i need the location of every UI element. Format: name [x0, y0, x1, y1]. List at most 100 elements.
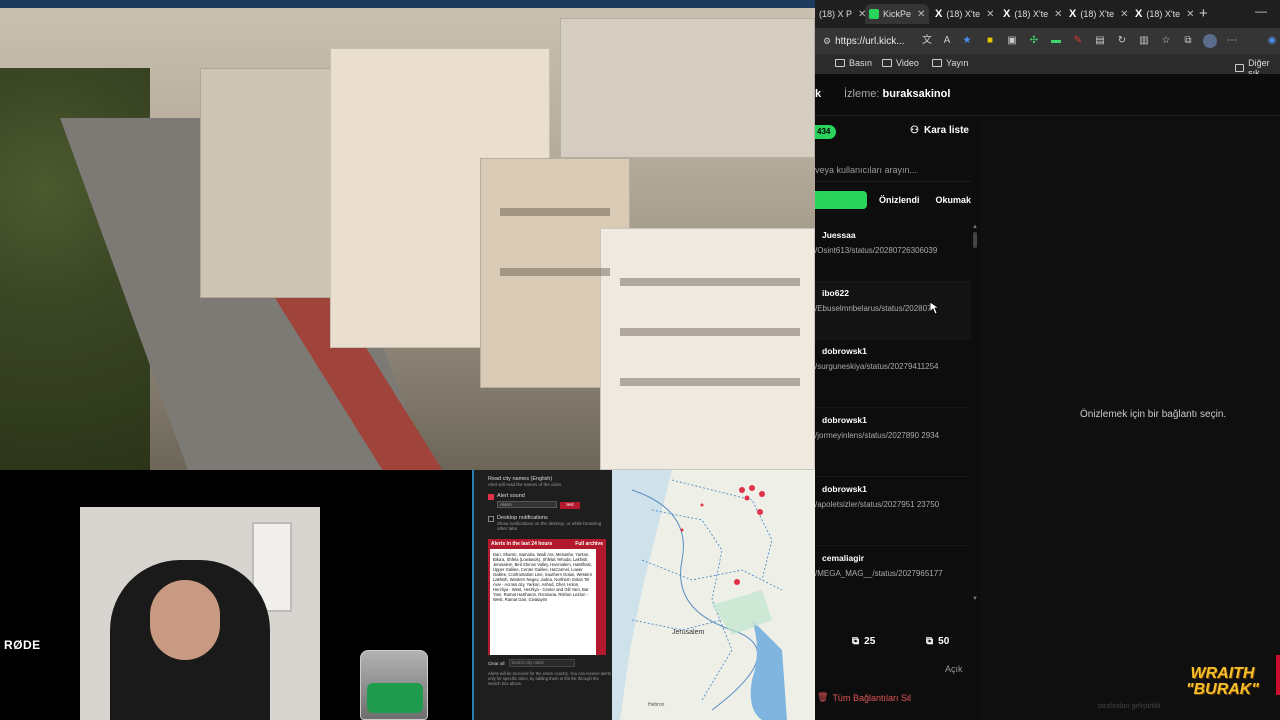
- link-username: cemaliagir: [822, 553, 865, 563]
- filter-previewed[interactable]: Önizlendi: [875, 191, 924, 209]
- favorites-icon[interactable]: ☆: [1159, 34, 1173, 48]
- alert-map[interactable]: Jerusalem Hebron: [612, 470, 815, 720]
- extension-icon[interactable]: ■: [983, 34, 997, 48]
- extension-icon[interactable]: ✣: [1027, 34, 1041, 48]
- link-list-scrollbar[interactable]: ▲ ▼: [971, 224, 979, 604]
- streamer-logo: WRAITH "BURAK": [1186, 666, 1259, 698]
- close-icon[interactable]: ✕: [1054, 9, 1062, 20]
- split-screen-icon[interactable]: ▥: [1137, 34, 1151, 48]
- test-sound-button[interactable]: test: [560, 502, 580, 509]
- site-info-icon[interactable]: ⚙: [823, 36, 831, 47]
- kick-logo-icon: [869, 9, 879, 19]
- tab-label: (18) X'te: [1014, 9, 1049, 19]
- map-city-jerusalem: Jerusalem: [672, 629, 704, 636]
- list-item[interactable]: Juessaa /Osint613/status/2028072630603‌9: [815, 224, 971, 282]
- close-icon[interactable]: ✕: [986, 9, 994, 20]
- list-item[interactable]: cemaliagir /MEGA_MAG__/status/2027965177: [815, 547, 971, 604]
- map-alert-marker: [749, 485, 755, 491]
- list-item[interactable]: dobrowsk1 /surguneskiya/status/202794112…: [815, 340, 971, 408]
- full-archive-link[interactable]: Full archive: [575, 541, 603, 547]
- minimize-button[interactable]: —: [1255, 4, 1267, 18]
- mouse-cursor-icon: [930, 302, 939, 314]
- extension-icon[interactable]: ▣: [1005, 34, 1019, 48]
- map-alert-marker: [739, 487, 745, 493]
- tab-x-1[interactable]: (18) X P ✕: [815, 4, 870, 24]
- read-aloud-icon[interactable]: A: [940, 34, 954, 48]
- collections-icon[interactable]: ⧉: [1181, 34, 1195, 48]
- trash-icon: 🗑: [817, 692, 829, 702]
- list-item[interactable]: ibo622 /Ebuselmnbelarus/status/2028074: [815, 282, 971, 340]
- copilot-icon[interactable]: ◉: [1265, 34, 1279, 48]
- link-username: dobrowsk1: [822, 484, 867, 494]
- list-item[interactable]: dobrowsk1 /jormeyinlens/status/2027890 2…: [815, 409, 971, 477]
- option-read-names[interactable]: Read city names (English) Alert will rea…: [488, 476, 612, 487]
- x-logo-icon: X: [1003, 8, 1011, 20]
- scrollbar-thumb[interactable]: [973, 232, 977, 248]
- tab-x-3[interactable]: X (18) X'te ✕: [999, 4, 1066, 24]
- sound-select[interactable]: Alarm: [497, 501, 557, 508]
- city-search-input[interactable]: Search city name: [508, 659, 575, 667]
- filter-read[interactable]: Okumak: [932, 191, 976, 209]
- extension-icon[interactable]: ✎: [1071, 34, 1085, 48]
- option-desktop-sub: Show notifications on the desktop, or wh…: [497, 521, 602, 531]
- overlay-red-bar: [1276, 655, 1280, 695]
- delete-all-links-button[interactable]: 🗑 Tüm Bağlantıları Sil: [817, 692, 911, 703]
- link-username: Juessaa: [822, 230, 856, 240]
- extension-header: k İzleme: buraksakinol: [815, 74, 1280, 116]
- open-25-button[interactable]: ⧉ 25: [852, 636, 875, 647]
- refresh-icon[interactable]: ↻: [1115, 34, 1129, 48]
- drone-video-feed: [0, 8, 815, 470]
- video-building: [600, 228, 815, 470]
- address-url: https://url.kick...: [835, 35, 905, 47]
- map-alert-marker: [734, 579, 740, 585]
- link-username: dobrowsk1: [822, 415, 867, 425]
- browser-window: (18) X P ✕ KickPe ✕ X (18) X'te ✕ X (18)…: [815, 0, 1280, 720]
- close-icon[interactable]: ✕: [1120, 9, 1128, 20]
- open-toggle[interactable]: Açık: [945, 664, 963, 674]
- close-icon[interactable]: ✕: [1186, 9, 1194, 20]
- open-external-icon: ⧉: [852, 636, 860, 647]
- open-50-button[interactable]: ⧉ 50: [926, 636, 949, 647]
- list-item[interactable]: dobrowsk1 /apoletsizler/status/2027951 2…: [815, 478, 971, 546]
- bookmark-folder-video[interactable]: Video: [882, 58, 919, 68]
- new-tab-button[interactable]: +: [1199, 5, 1208, 22]
- open-external-icon: ⧉: [926, 636, 934, 647]
- more-menu-icon[interactable]: ⋯: [1225, 34, 1239, 48]
- open-50-label: 50: [938, 636, 950, 647]
- translate-icon[interactable]: 文: [920, 34, 934, 48]
- option-alert-sound[interactable]: Alert sound Alarm test: [488, 493, 612, 509]
- tab-x-4[interactable]: X (18) X'te ✕: [1065, 4, 1132, 24]
- extension-icon[interactable]: ▬: [1049, 34, 1063, 48]
- scroll-down-arrow[interactable]: ▼: [972, 596, 978, 602]
- user-search-input[interactable]: veya kullanıcıları arayın...: [815, 158, 971, 182]
- tab-bar: (18) X P ✕ KickPe ✕ X (18) X'te ✕ X (18)…: [815, 0, 1280, 28]
- blacklist-button[interactable]: ⚇ Kara liste: [910, 125, 969, 136]
- recent-alerts-box: Alerts in the last 24 hours Full archive…: [488, 539, 606, 655]
- link-count-badge: 434: [815, 125, 837, 139]
- map-alert-marker: [757, 509, 763, 515]
- option-desktop-notifications[interactable]: Desktop notifications Show notifications…: [488, 515, 612, 531]
- favorite-star-icon[interactable]: ★: [960, 34, 974, 48]
- tab-kickpe[interactable]: KickPe ✕: [865, 4, 930, 24]
- close-icon[interactable]: ✕: [917, 9, 925, 20]
- bookmark-folder-yayin[interactable]: Yayın: [932, 58, 968, 68]
- bookmark-folder-basin[interactable]: Basın: [835, 58, 872, 68]
- tab-x-5[interactable]: X (18) X'te ✕: [1131, 4, 1198, 24]
- tab-x-2[interactable]: X (18) X'te ✕: [931, 4, 998, 24]
- desktop-notifications-checkbox[interactable]: [488, 516, 494, 522]
- link-url: /surguneskiya/status/20279411254: [815, 362, 939, 371]
- extension-icon[interactable]: ▤: [1093, 34, 1107, 48]
- window-titlebar-strip: [0, 0, 815, 8]
- clear-all-button[interactable]: Clear all: [488, 661, 505, 666]
- link-username: dobrowsk1: [822, 346, 867, 356]
- map-alert-marker: [680, 528, 684, 532]
- city-filter-note: Alerts will be received for the entire c…: [488, 671, 612, 686]
- recent-alerts-text: Dan, Sharon, Samaria, Wadi Ara, Menashe,…: [490, 549, 596, 655]
- video-window-row: [620, 378, 800, 386]
- scroll-up-arrow[interactable]: ▲: [972, 224, 978, 230]
- link-url: /MEGA_MAG__/status/2027965177: [815, 569, 943, 578]
- tab-label: (18) X'te: [946, 9, 981, 19]
- profile-avatar-icon[interactable]: [1203, 34, 1217, 48]
- filter-unread[interactable]: Okunmamış: [815, 191, 867, 209]
- alert-sound-checkbox[interactable]: [488, 494, 494, 500]
